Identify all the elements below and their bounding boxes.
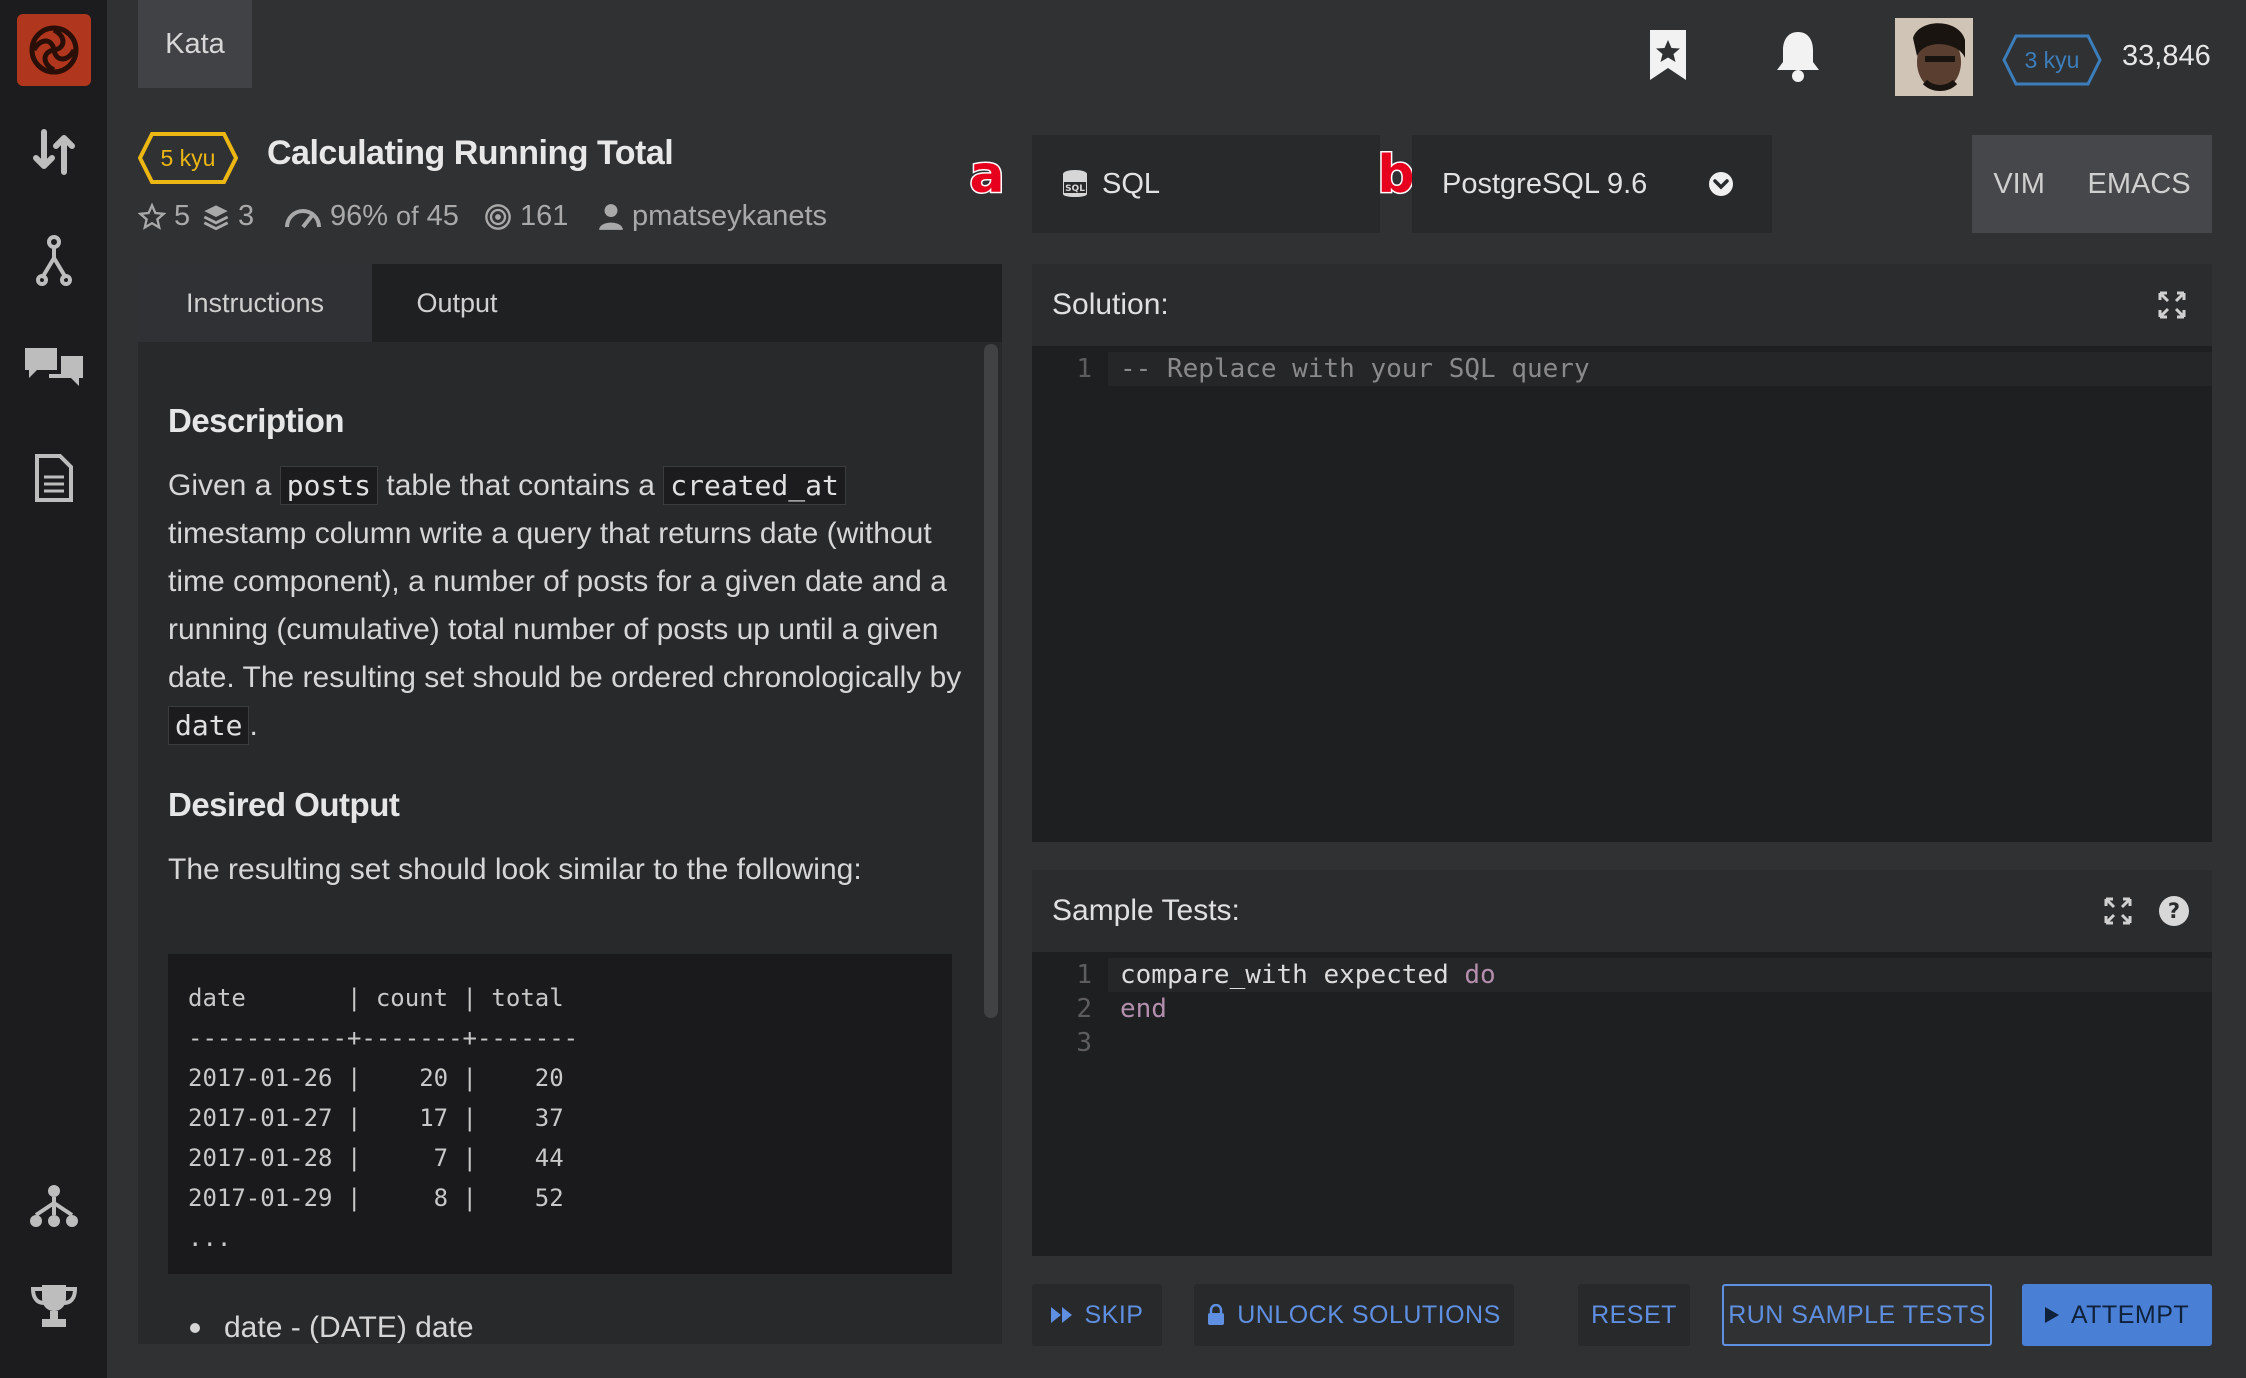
database-icon: SQL bbox=[1063, 170, 1087, 197]
kata-rank-badge: 5 kyu bbox=[138, 132, 238, 184]
satisfaction-stat: 96% of 45 bbox=[284, 200, 459, 233]
chevron-down-icon bbox=[1709, 172, 1733, 196]
instructions-scrollbar[interactable] bbox=[984, 344, 998, 1018]
collections-count: 3 bbox=[238, 200, 255, 232]
run-sample-tests-button[interactable]: RUN SAMPLE TESTS bbox=[1722, 1284, 1992, 1346]
solution-line[interactable]: 1 -- Replace with your SQL query bbox=[1032, 352, 2212, 386]
user-rank-badge: 3 kyu bbox=[2002, 34, 2102, 86]
unlock-solutions-button[interactable]: UNLOCK SOLUTIONS bbox=[1194, 1284, 1514, 1346]
fullscreen-icon[interactable] bbox=[2158, 291, 2186, 319]
user-honor: 33,846 bbox=[2122, 40, 2211, 72]
star-icon bbox=[138, 202, 166, 230]
solution-label: Solution: bbox=[1052, 288, 1169, 321]
language-name: SQL bbox=[1102, 167, 1161, 200]
trophy-icon[interactable] bbox=[22, 1276, 86, 1336]
field-list-item: date - (DATE) date bbox=[190, 1304, 474, 1344]
reset-button[interactable]: RESET bbox=[1578, 1284, 1690, 1346]
user-rank-label: 3 kyu bbox=[2024, 46, 2080, 73]
completions-stat: 161 bbox=[484, 200, 568, 233]
language-version-dropdown[interactable]: PostgreSQL 9.6 bbox=[1412, 135, 1772, 233]
codewars-logo[interactable] bbox=[17, 14, 91, 86]
practice-icon[interactable] bbox=[22, 122, 86, 182]
line-number: 2 bbox=[1076, 994, 1092, 1024]
satisfaction-percent: 96% bbox=[330, 200, 389, 232]
svg-text:SQL: SQL bbox=[1065, 184, 1085, 194]
solution-editor: Solution: 1 -- Replace with your SQL que… bbox=[1032, 264, 2212, 842]
tab-instructions[interactable]: Instructions bbox=[138, 264, 372, 342]
codewars-logo-icon bbox=[29, 25, 79, 75]
kata-title: Calculating Running Total bbox=[267, 134, 674, 172]
skip-button[interactable]: SKIP bbox=[1032, 1284, 1162, 1346]
code-comment: -- Replace with your SQL query bbox=[1120, 354, 1590, 384]
inline-code-date: date bbox=[168, 706, 250, 745]
desired-output-paragraph: The resulting set should look similar to… bbox=[168, 853, 862, 886]
notifications-bell-icon[interactable] bbox=[1774, 28, 1824, 86]
collections-stat[interactable]: 3 bbox=[202, 200, 254, 233]
description-content: Description Given a posts table that con… bbox=[168, 342, 968, 894]
bookmark-icon[interactable] bbox=[1648, 28, 1696, 88]
stars-stat[interactable]: 5 bbox=[138, 200, 190, 233]
document-icon[interactable] bbox=[22, 448, 86, 508]
discuss-icon[interactable] bbox=[22, 336, 86, 396]
instructions-tabs: Instructions Output bbox=[138, 264, 1002, 342]
fullscreen-icon[interactable] bbox=[2104, 897, 2132, 925]
inline-code-created-at: created_at bbox=[663, 466, 846, 505]
play-icon bbox=[2044, 1307, 2059, 1323]
line-number: 3 bbox=[1076, 1028, 1092, 1058]
satisfaction-of: of bbox=[396, 201, 419, 231]
line-number: 1 bbox=[1076, 960, 1092, 990]
test-code-keyword: end bbox=[1120, 994, 1167, 1024]
author-name: pmatseykanets bbox=[632, 200, 828, 232]
sample-tests-editor: Sample Tests: ? 1 compare_with expected … bbox=[1032, 870, 2212, 1256]
language-selector[interactable]: SQL SQL bbox=[1032, 135, 1380, 233]
gauge-icon bbox=[285, 208, 321, 228]
inline-code-posts: posts bbox=[279, 466, 379, 505]
line-number: 1 bbox=[1076, 354, 1092, 384]
avatar[interactable] bbox=[1895, 18, 1973, 96]
annotation-marker-a: a bbox=[968, 144, 1006, 207]
description-heading: Description bbox=[168, 402, 345, 439]
test-line-3[interactable]: 3 bbox=[1032, 1026, 2212, 1060]
kata-rank-label: 5 kyu bbox=[160, 144, 216, 171]
test-line-1[interactable]: 1 compare_with expected do bbox=[1032, 958, 2212, 992]
layers-icon bbox=[203, 204, 229, 230]
vim-mode-button[interactable]: VIM bbox=[1993, 168, 2045, 201]
stars-count: 5 bbox=[174, 200, 191, 232]
fast-forward-icon bbox=[1050, 1307, 1072, 1323]
description-paragraph: Given a posts table that contains a crea… bbox=[168, 462, 968, 750]
lock-icon bbox=[1208, 1304, 1225, 1325]
kata-tab[interactable]: Kata bbox=[138, 0, 252, 88]
target-icon bbox=[485, 203, 511, 230]
author-stat[interactable]: pmatseykanets bbox=[598, 200, 827, 233]
help-icon[interactable]: ? bbox=[2158, 895, 2190, 927]
language-version: PostgreSQL 9.6 bbox=[1442, 167, 1648, 200]
sidebar bbox=[0, 0, 107, 1378]
satisfaction-votes: 45 bbox=[426, 200, 459, 232]
bullet-dot bbox=[190, 1323, 200, 1333]
attempt-button[interactable]: ATTEMPT bbox=[2022, 1284, 2212, 1346]
instructions-panel: Instructions Output Description Given a … bbox=[138, 264, 1002, 1344]
test-line-2[interactable]: 2 end bbox=[1032, 992, 2212, 1026]
fork-icon[interactable] bbox=[22, 230, 86, 290]
field-date-description: date - (DATE) date bbox=[224, 1311, 474, 1344]
editor-mode-toggle: VIM EMACS bbox=[1972, 135, 2212, 233]
completions-count: 161 bbox=[520, 200, 569, 232]
desired-output-heading: Desired Output bbox=[168, 786, 400, 823]
sample-tests-label: Sample Tests: bbox=[1052, 894, 1240, 927]
hierarchy-icon[interactable] bbox=[22, 1176, 86, 1236]
user-icon bbox=[599, 203, 623, 230]
emacs-mode-button[interactable]: EMACS bbox=[2088, 168, 2191, 201]
tab-output[interactable]: Output bbox=[372, 264, 542, 342]
test-code: compare_with expected do bbox=[1120, 960, 1496, 990]
svg-text:?: ? bbox=[2168, 899, 2180, 923]
solution-header: Solution: bbox=[1032, 264, 2212, 346]
output-example-table: date | count | total -----------+-------… bbox=[168, 954, 952, 1274]
sample-tests-header: Sample Tests: ? bbox=[1032, 870, 2212, 952]
